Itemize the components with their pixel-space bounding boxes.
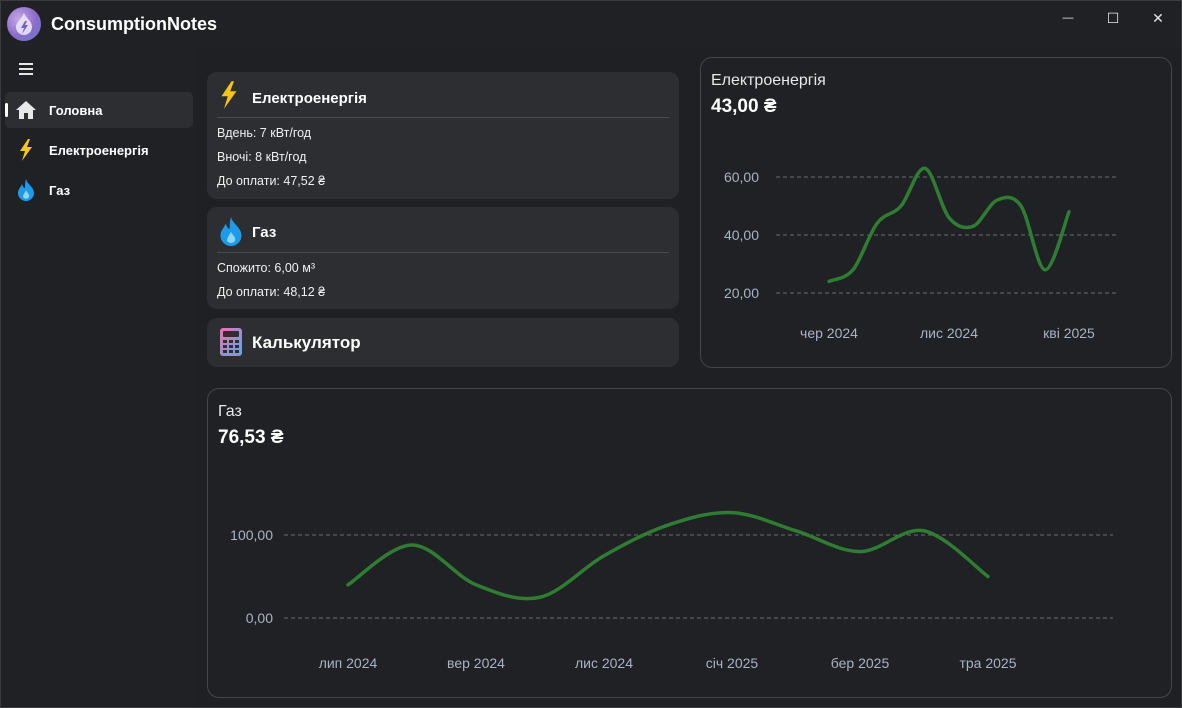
app-logo-icon xyxy=(7,7,41,41)
gas-consumed: Спожито: 6,00 м³ xyxy=(217,261,315,275)
lightning-icon xyxy=(219,80,239,115)
title-bar: ConsumptionNotes — ☐ ✕ xyxy=(1,1,1181,47)
main-content: Електроенергія Вдень: 7 кВт/год Вночі: 8… xyxy=(197,47,1181,707)
x-tick-label: бер 2025 xyxy=(831,655,890,671)
day-consumption: Вдень: 7 кВт/год xyxy=(217,126,312,140)
calculator-card[interactable]: Калькулятор xyxy=(207,318,679,367)
card-title: Газ xyxy=(252,224,277,241)
divider xyxy=(217,252,669,253)
x-tick-label: січ 2025 xyxy=(706,655,759,671)
night-consumption: Вночі: 8 кВт/год xyxy=(217,150,307,164)
x-tick-label: лип 2024 xyxy=(319,655,378,671)
y-tick-label: 0,00 xyxy=(246,610,273,626)
gas-card[interactable]: Газ Спожито: 6,00 м³ До оплати: 48,12 ₴ xyxy=(207,207,679,309)
electricity-chart-plot: 20,00 40,00 60,00 чер 2024 лис 2024 кві 2025 xyxy=(724,166,1119,341)
amount-due: До оплати: 48,12 ₴ xyxy=(217,285,326,299)
minimize-button[interactable]: — xyxy=(1045,1,1091,35)
y-tick-label: 60,00 xyxy=(724,169,759,185)
card-title: Калькулятор xyxy=(252,333,361,352)
amount-due: До оплати: 47,52 ₴ xyxy=(217,174,326,188)
x-tick-label: вер 2024 xyxy=(447,655,505,671)
maximize-button[interactable]: ☐ xyxy=(1090,1,1136,35)
flame-icon xyxy=(219,217,243,251)
app-title: ConsumptionNotes xyxy=(51,14,217,34)
minimize-icon: — xyxy=(1062,12,1074,24)
lightning-icon xyxy=(15,139,37,161)
y-tick-label: 40,00 xyxy=(724,227,759,243)
electricity-card[interactable]: Електроенергія Вдень: 7 кВт/год Вночі: 8… xyxy=(207,72,679,199)
gas-chart: Газ 76,53 ₴ 0,00 100,00 лип 2024 вер 2024 ли… xyxy=(207,388,1172,698)
sidebar-item-electricity[interactable]: Електроенергія xyxy=(5,132,193,168)
series-line xyxy=(827,166,1071,284)
app-window: ConsumptionNotes — ☐ ✕ Головна Електроен… xyxy=(0,0,1182,708)
home-icon xyxy=(15,99,37,121)
sidebar-item-gas[interactable]: Газ xyxy=(5,172,193,208)
electricity-chart: Електроенергія 43,00 ₴ 20,00 40,00 60,00 че… xyxy=(700,57,1172,368)
sidebar-item-label: Газ xyxy=(49,183,71,198)
sidebar-item-label: Електроенергія xyxy=(49,143,149,158)
close-button[interactable]: ✕ xyxy=(1135,1,1181,35)
sidebar-item-home[interactable]: Головна xyxy=(5,92,193,128)
card-title: Електроенергія xyxy=(252,90,367,107)
gas-chart-plot: 0,00 100,00 лип 2024 вер 2024 лис 2024 січ 20… xyxy=(230,510,1113,671)
x-tick-label: кві 2025 xyxy=(1043,325,1095,341)
x-tick-label: чер 2024 xyxy=(800,325,858,341)
y-tick-label: 20,00 xyxy=(724,285,759,301)
calculator-icon xyxy=(220,328,242,361)
maximize-icon: ☐ xyxy=(1106,9,1120,26)
y-tick-label: 100,00 xyxy=(230,527,273,543)
x-tick-label: лис 2024 xyxy=(575,655,633,671)
active-indicator xyxy=(5,103,8,117)
divider xyxy=(217,117,669,118)
series-line xyxy=(346,510,990,601)
flame-icon xyxy=(15,179,37,201)
sidebar: Головна Електроенергія Газ xyxy=(1,47,197,707)
close-icon: ✕ xyxy=(1152,9,1164,26)
sidebar-item-label: Головна xyxy=(49,103,103,118)
x-tick-label: тра 2025 xyxy=(959,655,1016,671)
hamburger-menu-icon[interactable] xyxy=(19,63,33,75)
x-tick-label: лис 2024 xyxy=(920,325,978,341)
